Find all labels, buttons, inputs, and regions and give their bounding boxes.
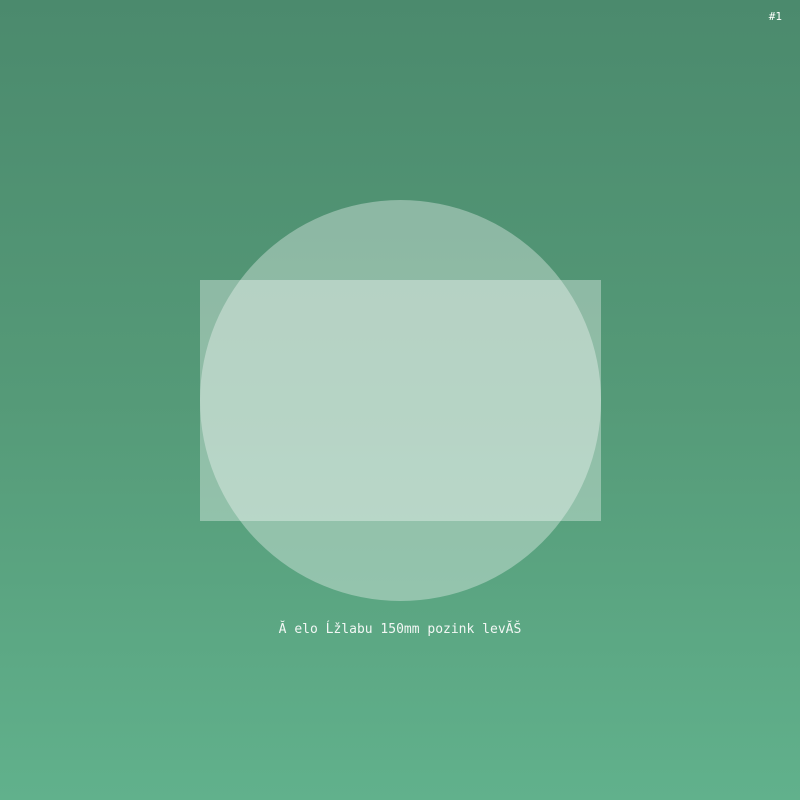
index-badge: #1	[768, 10, 782, 23]
caption: Ă elo Ĺžlabu 150mm pozink levĂŠ	[278, 622, 522, 637]
canvas: #1 Ă elo Ĺžlabu 150mm pozink levĂŠ	[0, 0, 800, 800]
placeholder-rectangle	[200, 280, 601, 521]
